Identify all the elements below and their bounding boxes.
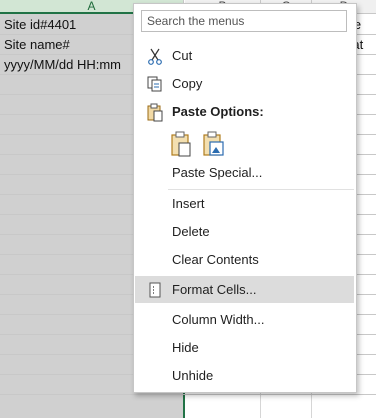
menu-item-label: Clear Contents bbox=[172, 252, 259, 267]
menu-item-unhide[interactable]: Unhide bbox=[135, 362, 354, 389]
format-cells-icon bbox=[149, 282, 161, 298]
menu-item-column-width[interactable]: Column Width... bbox=[135, 306, 354, 333]
cell-a2[interactable]: Site name# bbox=[4, 35, 70, 55]
menu-item-clear-contents[interactable]: Clear Contents bbox=[135, 246, 354, 273]
menu-item-label: Format Cells... bbox=[172, 282, 257, 297]
cell-a3[interactable]: yyyy/MM/dd HH:mm bbox=[4, 55, 121, 75]
menu-item-insert[interactable]: Insert bbox=[135, 190, 354, 217]
paste-icon[interactable] bbox=[170, 131, 192, 157]
menu-item-copy[interactable]: Copy bbox=[135, 70, 354, 97]
menu-item-cut[interactable]: Cut bbox=[135, 42, 354, 69]
search-menus-input[interactable]: Search the menus bbox=[141, 10, 347, 32]
menu-item-format-cells[interactable]: Format Cells... bbox=[135, 276, 354, 303]
clipboard-icon bbox=[147, 103, 163, 122]
cell-a1[interactable]: Site id#4401 bbox=[4, 15, 76, 35]
menu-item-label: Delete bbox=[172, 224, 210, 239]
menu-item-label: Copy bbox=[172, 76, 203, 91]
menu-item-label: Paste Special... bbox=[172, 165, 263, 180]
menu-item-label: Column Width... bbox=[172, 312, 265, 327]
context-menu: Search the menus Cut Copy Paste Options: bbox=[133, 3, 357, 393]
menu-item-hide[interactable]: Hide bbox=[135, 334, 354, 361]
grid-line bbox=[0, 394, 376, 395]
menu-item-delete[interactable]: Delete bbox=[135, 218, 354, 245]
menu-item-label: Cut bbox=[172, 48, 193, 63]
menu-item-label: Paste Options: bbox=[172, 104, 264, 119]
copy-icon bbox=[147, 76, 162, 92]
menu-item-label: Insert bbox=[172, 196, 205, 211]
menu-item-label: Unhide bbox=[172, 368, 214, 383]
menu-item-paste-options: Paste Options: bbox=[135, 98, 354, 125]
paste-picture-icon[interactable] bbox=[202, 131, 224, 157]
scissors-icon bbox=[148, 48, 162, 65]
menu-item-label: Hide bbox=[172, 340, 199, 355]
menu-item-paste-special[interactable]: Paste Special... bbox=[135, 159, 354, 186]
